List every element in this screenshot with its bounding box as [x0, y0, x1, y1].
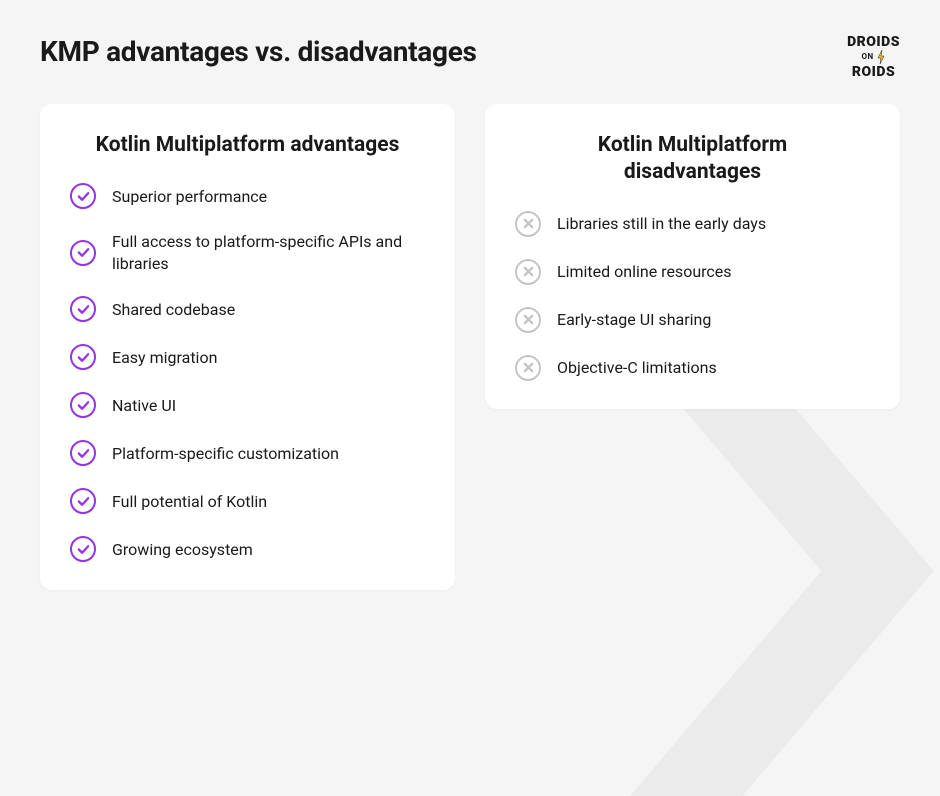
list-item: Shared codebase — [70, 296, 425, 322]
x-icon — [515, 259, 541, 285]
list-item: Easy migration — [70, 344, 425, 370]
check-icon — [70, 392, 96, 418]
list-item: Full access to platform-specific APIs an… — [70, 231, 425, 274]
disadvantages-list: Libraries still in the early days Limite… — [515, 211, 870, 381]
list-item: Libraries still in the early days — [515, 211, 870, 237]
logo-text-bottom: ROIDS — [852, 65, 895, 79]
disadvantages-heading: Kotlin Multiplatform disadvantages — [515, 132, 870, 187]
check-icon — [70, 296, 96, 322]
x-icon — [515, 355, 541, 381]
list-item: Platform-specific customization — [70, 440, 425, 466]
item-text: Full access to platform-specific APIs an… — [112, 231, 425, 274]
disadvantages-card: Kotlin Multiplatform disadvantages Libra… — [485, 104, 900, 409]
bolt-icon — [876, 50, 886, 64]
list-item: Early-stage UI sharing — [515, 307, 870, 333]
list-item: Growing ecosystem — [70, 536, 425, 562]
list-item: Objective-C limitations — [515, 355, 870, 381]
brand-logo: DROIDS ON ROIDS — [847, 35, 900, 79]
check-icon — [70, 488, 96, 514]
item-text: Early-stage UI sharing — [557, 309, 711, 331]
item-text: Native UI — [112, 395, 176, 417]
list-item: Limited online resources — [515, 259, 870, 285]
logo-text-top: DROIDS — [847, 35, 900, 49]
advantages-list: Superior performance Full access to plat… — [70, 183, 425, 562]
list-item: Superior performance — [70, 183, 425, 209]
item-text: Full potential of Kotlin — [112, 491, 267, 513]
item-text: Platform-specific customization — [112, 443, 339, 465]
logo-text-middle: ON — [861, 50, 885, 64]
header: KMP advantages vs. disadvantages DROIDS … — [0, 0, 940, 79]
item-text: Easy migration — [112, 347, 217, 369]
x-icon — [515, 307, 541, 333]
page-title: KMP advantages vs. disadvantages — [40, 35, 477, 68]
item-text: Limited online resources — [557, 261, 732, 283]
cards-container: Kotlin Multiplatform advantages Superior… — [0, 79, 940, 615]
check-icon — [70, 536, 96, 562]
item-text: Objective-C limitations — [557, 357, 717, 379]
x-icon — [515, 211, 541, 237]
check-icon — [70, 440, 96, 466]
item-text: Libraries still in the early days — [557, 213, 766, 235]
check-icon — [70, 240, 96, 266]
check-icon — [70, 183, 96, 209]
item-text: Superior performance — [112, 186, 267, 208]
advantages-heading: Kotlin Multiplatform advantages — [70, 132, 425, 159]
item-text: Shared codebase — [112, 299, 235, 321]
item-text: Growing ecosystem — [112, 539, 253, 561]
list-item: Full potential of Kotlin — [70, 488, 425, 514]
list-item: Native UI — [70, 392, 425, 418]
advantages-card: Kotlin Multiplatform advantages Superior… — [40, 104, 455, 590]
check-icon — [70, 344, 96, 370]
